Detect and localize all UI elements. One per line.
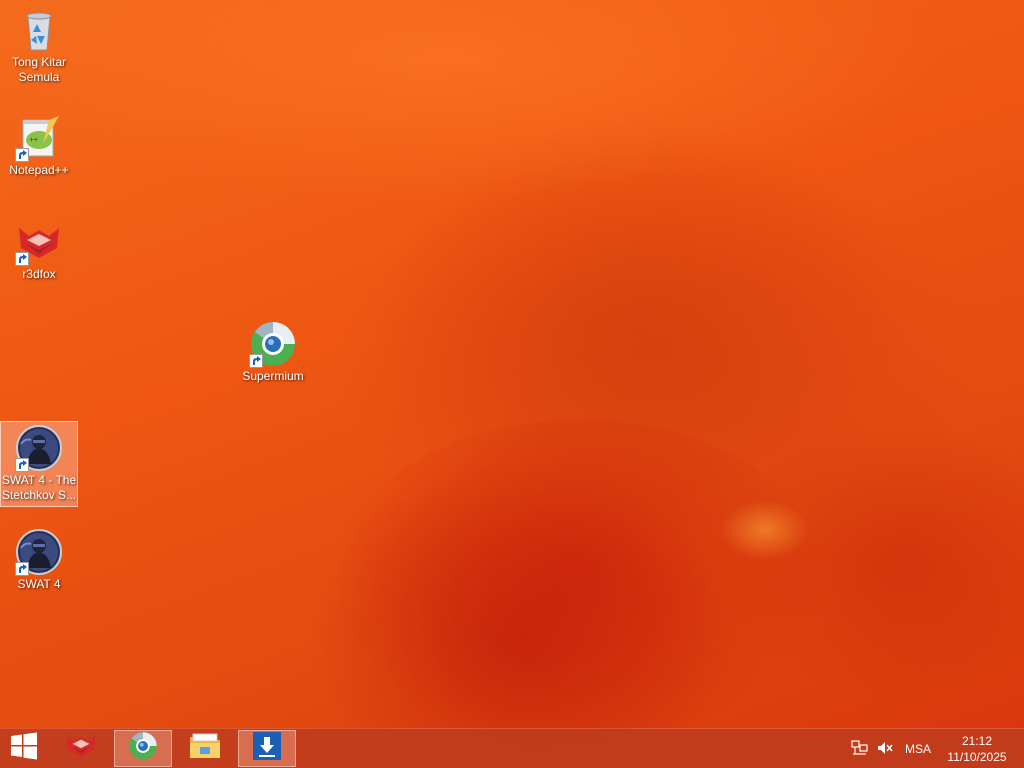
desktop-icon-recycle-bin[interactable]: Tong Kitar Semula: [1, 4, 77, 85]
desktop-icon-swat4[interactable]: SWAT 4: [1, 526, 77, 592]
shortcut-arrow-icon: [249, 354, 263, 368]
taskbar-button-r3dfox[interactable]: [52, 730, 110, 767]
desktop-icon-swat4-stetchkov[interactable]: SWAT 4 - The Stetchkov S...: [0, 421, 78, 507]
desktop-icon-label: SWAT 4 - The Stetchkov S...: [1, 473, 77, 502]
taskbar-button-supermium[interactable]: [114, 730, 172, 767]
desktop-icon-label: Tong Kitar Semula: [11, 55, 67, 84]
download-icon: [252, 731, 282, 766]
windows-logo-icon: [10, 732, 38, 765]
wallpaper-swirl-upper: [330, 150, 990, 570]
taskbar: MSA 21:12 11/10/2025: [0, 728, 1024, 768]
language-label: MSA: [904, 742, 931, 756]
tray-network-button[interactable]: [848, 729, 872, 768]
clock-date: 11/10/2025: [947, 750, 1007, 764]
taskbar-button-download[interactable]: [238, 730, 296, 767]
supermium-icon: [249, 320, 297, 368]
notepad-plus-plus-icon: ++: [15, 114, 63, 162]
shortcut-arrow-icon: [15, 458, 29, 472]
tray-volume-button[interactable]: [874, 729, 896, 768]
file-explorer-icon: [189, 732, 221, 765]
network-icon: [851, 739, 869, 759]
shortcut-arrow-icon: [15, 252, 29, 266]
wallpaper-highlight: [720, 500, 810, 560]
shortcut-arrow-icon: [15, 148, 29, 162]
desktop-icon-notepad-plus-plus[interactable]: ++ Notepad++: [1, 112, 77, 178]
supermium-icon: [128, 731, 158, 766]
volume-muted-icon: [876, 740, 894, 759]
svg-text:++: ++: [29, 135, 39, 144]
swat4-icon: [15, 424, 63, 472]
taskbar-button-file-explorer[interactable]: [176, 730, 234, 767]
shortcut-arrow-icon: [15, 562, 29, 576]
desktop-icon-r3dfox[interactable]: r3dfox: [1, 216, 77, 282]
swat4-icon: [15, 528, 63, 576]
desktop-icon-label: SWAT 4: [17, 577, 61, 591]
language-indicator[interactable]: MSA: [900, 729, 936, 768]
desktop-icon-label: Notepad++: [9, 163, 69, 177]
clock-time: 21:12: [961, 734, 993, 748]
r3dfox-icon: [64, 731, 98, 766]
r3dfox-icon: [15, 218, 63, 266]
recycle-bin-icon: [15, 6, 63, 54]
taskbar-clock[interactable]: 21:12 11/10/2025: [938, 733, 1016, 765]
start-button[interactable]: [0, 730, 48, 767]
wallpaper-swirl-lower: [330, 420, 830, 750]
desktop-icon-label: r3dfox: [22, 267, 56, 281]
desktop-icon-label: Supermium: [242, 369, 304, 383]
desktop-icon-supermium[interactable]: Supermium: [235, 318, 311, 384]
desktop-wallpaper: [0, 0, 1024, 768]
